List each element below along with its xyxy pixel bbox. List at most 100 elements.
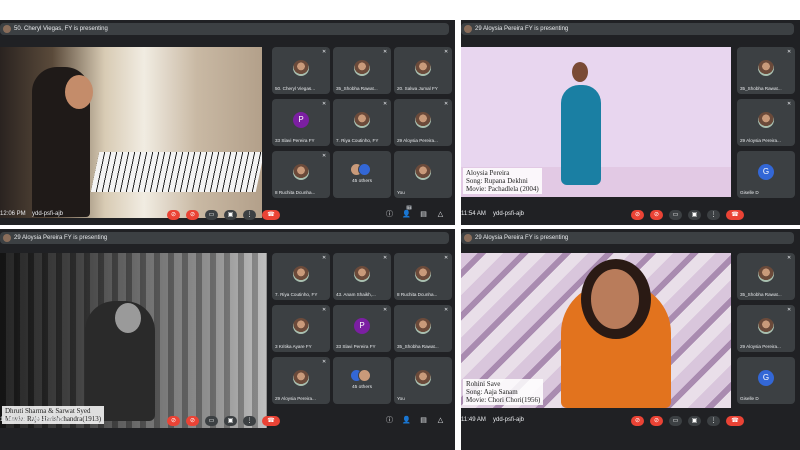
participant-name: 20. Salwa Jumal FY [397,86,438,91]
presenting-text: 29 Aloysia Pereira FY is presenting [475,235,569,241]
participant-tile[interactable]: G Giselle D [737,357,795,404]
participant-tile[interactable]: P ✕ 33 Slavi Pereira FY [272,99,330,146]
participant-name: 29 Aloysia Pereira... [740,138,781,143]
avatar [415,164,431,180]
people-icon[interactable]: 👤 [402,210,411,219]
end-call-button[interactable]: ☎ [726,210,744,220]
present-button[interactable]: ▣ [688,416,701,426]
control-bar: 11:54 AM ydd-psfi-ajb ⊘ ⊘ ▭ ▣ ⋮ ☎ [461,203,800,225]
participant-tile[interactable]: ✕ 29 Aloysia Pereira... [394,99,452,146]
others-avatars [350,369,374,382]
mic-muted-icon: ✕ [383,255,388,261]
chat-icon[interactable]: ▤ [419,210,428,219]
participant-tile[interactable]: G Giselle D [737,151,795,198]
participant-tile[interactable]: ✕ 29 Aloysia Pereira... [737,99,795,146]
meet-panel-4: 29 Aloysia Pereira FY is presenting Rohi… [461,229,800,450]
camera-off-button[interactable]: ⊘ [650,210,663,220]
end-call-button[interactable]: ☎ [726,416,744,426]
performance-caption: Aloysia Pereira Song: Rupana Dekhni Movi… [463,168,542,194]
presenting-text: 29 Aloysia Pereira FY is presenting [14,235,108,241]
avatar [758,318,774,334]
info-icon[interactable]: ⓘ [385,210,394,219]
activities-icon[interactable]: △ [436,210,445,219]
participant-tile[interactable]: P ✕ 33 Slavi Pereira FY [333,305,391,352]
more-button[interactable]: ⋮ [707,416,720,426]
camera-off-button[interactable]: ⊘ [186,210,199,220]
avatar [758,60,774,76]
chat-icon[interactable]: ▤ [419,416,428,425]
activities-icon[interactable]: △ [436,416,445,425]
mic-off-button[interactable]: ⊘ [167,210,180,220]
mic-muted-icon: ✕ [322,49,327,55]
mic-muted-icon: ✕ [322,359,327,365]
more-button[interactable]: ⋮ [243,416,256,426]
presentation-stage: Dhruti Sharma & Sarwat Syed Movie: Raja … [0,253,267,428]
captions-button[interactable]: ▭ [205,210,218,220]
avatar [354,266,370,282]
avatar: G [758,164,774,180]
participant-tile[interactable]: ✕ 29 Aloysia Pereira... [272,357,330,404]
presenter-avatar [3,234,11,242]
participant-tile[interactable]: ✕ 29 Aloysia Pereira... [737,305,795,352]
present-button[interactable]: ▣ [688,210,701,220]
participant-tile[interactable]: ✕ 7. Riya Coutinho, FY [333,99,391,146]
captions-button[interactable]: ▭ [669,210,682,220]
participant-tile[interactable]: ✕ 50. Cheryl Viegas... [272,47,330,94]
presenting-text: 29 Aloysia Pereira FY is presenting [475,26,569,32]
participant-tile[interactable]: ✕ 35_Shobha Rawat... [737,47,795,94]
self-tile[interactable]: You [394,151,452,198]
presentation-stage [0,47,262,218]
self-tile[interactable]: You [394,357,452,404]
mic-muted-icon: ✕ [322,255,327,261]
participant-tile[interactable]: ✕ 35_Shobha Rawat... [737,253,795,300]
more-button[interactable]: ⋮ [707,210,720,220]
present-button[interactable]: ▣ [224,210,237,220]
camera-off-button[interactable]: ⊘ [650,416,663,426]
control-bar: 12:06 PM ydd-psfi-ajb ⊘ ⊘ ▭ ▣ ⋮ ☎ ⓘ 👤 54… [0,203,455,225]
participant-name: 7. Riya Coutinho, FY [336,138,379,143]
participant-tile[interactable]: ✕ 20. Salwa Jumal FY [394,47,452,94]
meeting-time: 11:49 AM [461,417,486,423]
captions-button[interactable]: ▭ [669,416,682,426]
mic-muted-icon: ✕ [322,101,327,107]
avatar [415,266,431,282]
info-icon[interactable]: ⓘ [385,416,394,425]
mic-muted-icon: ✕ [787,307,792,313]
others-tile[interactable]: 45 others [333,151,391,198]
mic-off-button[interactable]: ⊘ [167,416,180,426]
more-button[interactable]: ⋮ [243,210,256,220]
meeting-code: ydd-psfi-ajb [32,417,64,423]
avatar [415,112,431,128]
presentation-stage: Rohini Save Song: Aaja Sanam Movie: Chor… [461,253,731,408]
participant-name: 7. Riya Coutinho, FY [275,292,318,297]
mic-muted-icon: ✕ [383,101,388,107]
singer-face [591,269,639,329]
participant-name: Giselle D [740,396,759,401]
captions-button[interactable]: ▭ [205,416,218,426]
people-icon[interactable]: 👤 [402,416,411,425]
participant-tile[interactable]: ✕ 3 Kritika Ayare FY [272,305,330,352]
participant-tile[interactable]: ✕ 35_Shobha Rawat... [333,47,391,94]
mic-muted-icon: ✕ [444,101,449,107]
mic-off-button[interactable]: ⊘ [631,416,644,426]
camera-off-button[interactable]: ⊘ [186,416,199,426]
avatar [293,164,309,180]
present-button[interactable]: ▣ [224,416,237,426]
participant-tile[interactable]: ✕ 8 Ruchita Dcunha... [272,151,330,198]
participant-tile[interactable]: ✕ 35_Shobha Rawat... [394,305,452,352]
others-tile[interactable]: 45 others [333,357,391,404]
mic-off-button[interactable]: ⊘ [631,210,644,220]
end-call-button[interactable]: ☎ [262,210,280,220]
avatar [415,370,431,386]
end-call-button[interactable]: ☎ [262,416,280,426]
avatar [293,266,309,282]
performance-caption: Rohini Save Song: Aaja Sanam Movie: Chor… [463,379,544,405]
mic-muted-icon: ✕ [444,255,449,261]
participant-tile[interactable]: ✕ 7. Riya Coutinho, FY [272,253,330,300]
keyboard-instrument [90,152,262,192]
participant-tile[interactable]: ✕ 43. Anam Shaikh,... [333,253,391,300]
others-count: 45 others [351,179,372,184]
participant-name: 35_Shobha Rawat... [740,86,782,91]
participant-tile[interactable]: ✕ 8 Ruchita Dcunha... [394,253,452,300]
avatar [293,318,309,334]
